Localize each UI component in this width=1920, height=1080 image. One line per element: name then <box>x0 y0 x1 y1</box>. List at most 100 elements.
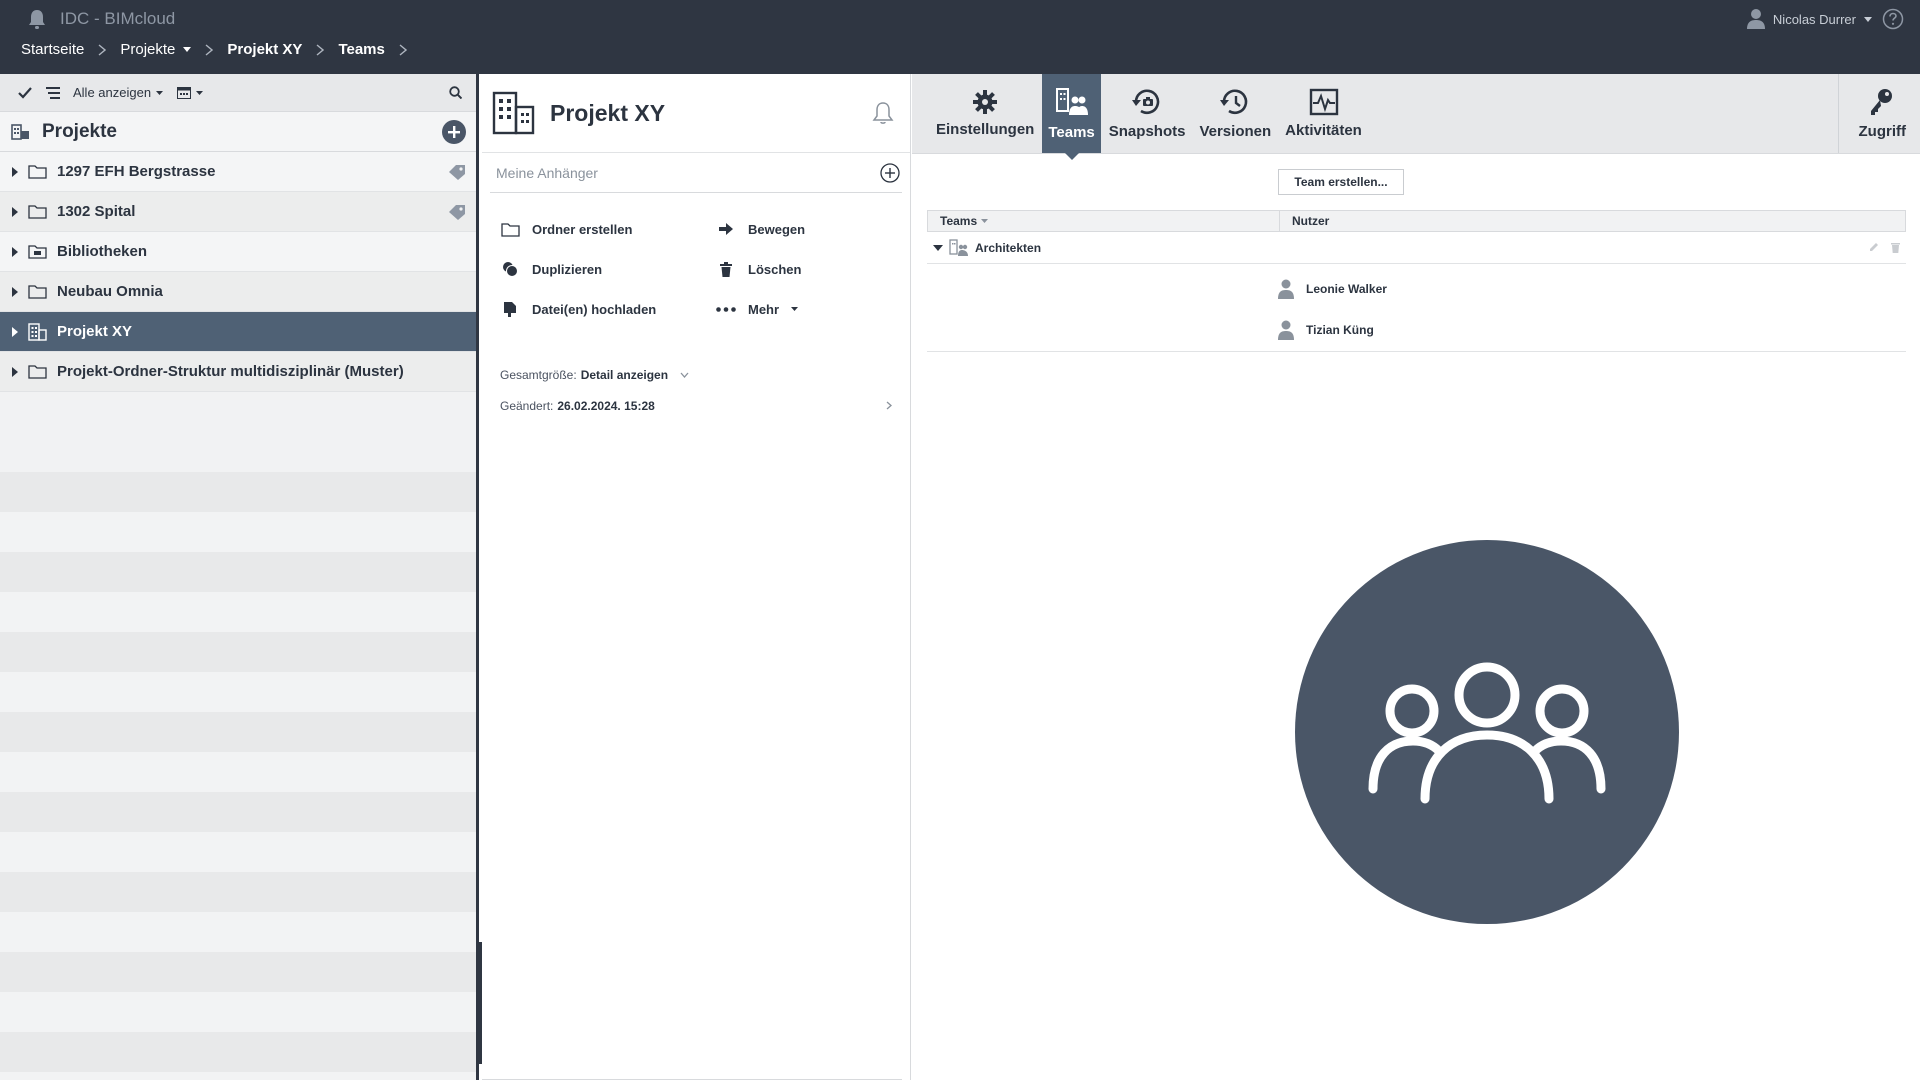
project-info: Gesamtgröße: Detail anzeigen Geändert: 2… <box>482 329 910 421</box>
tag-icon[interactable] <box>448 204 466 220</box>
tag-icon[interactable] <box>448 164 466 180</box>
key-icon <box>1871 89 1893 115</box>
team-icon <box>949 238 968 256</box>
team-people-icon <box>1368 662 1606 804</box>
teams-panel: Einstellungen Teams Snapshots Versionen … <box>912 74 1920 1080</box>
help-icon[interactable] <box>1882 8 1904 30</box>
breadcrumb-home[interactable]: Startseite <box>21 41 84 58</box>
table-header: Teams Nutzer <box>927 210 1906 232</box>
search-icon <box>449 86 462 99</box>
duplicate-action[interactable]: Duplizieren <box>500 249 716 289</box>
team-row[interactable]: Architekten <box>927 232 1906 264</box>
create-team-button[interactable]: Team erstellen... <box>1278 169 1404 195</box>
tab-einstellungen[interactable]: Einstellungen <box>930 74 1040 153</box>
user-menu[interactable]: Nicolas Durrer <box>1746 8 1872 30</box>
folder-icon <box>28 285 47 299</box>
tab-label: Aktivitäten <box>1285 122 1362 139</box>
expand-arrow-icon[interactable] <box>12 206 18 217</box>
tab-label: Versionen <box>1199 123 1272 140</box>
tab-versionen[interactable]: Versionen <box>1193 74 1277 153</box>
calendar-icon <box>177 87 192 99</box>
tab-snapshots[interactable]: Snapshots <box>1103 74 1192 153</box>
tab-label: Teams <box>1048 124 1095 141</box>
tree-item-1302-spital[interactable]: 1302 Spital <box>0 192 476 232</box>
member-row[interactable]: Leonie Walker <box>927 268 1906 309</box>
delete-action[interactable]: Löschen <box>716 249 906 289</box>
projects-header-label: Projekte <box>42 120 117 142</box>
show-details-link[interactable]: Detail anzeigen <box>581 368 668 382</box>
chevron-down-icon[interactable] <box>680 372 689 378</box>
project-title: Projekt XY <box>550 99 666 126</box>
empty-tree-area <box>0 472 476 1080</box>
expand-arrow-icon[interactable] <box>12 246 18 257</box>
tree-item-neubau-omnia[interactable]: Neubau Omnia <box>0 272 476 312</box>
caret-down-icon <box>1864 16 1872 22</box>
collapse-arrow-icon[interactable] <box>933 244 943 251</box>
trash-icon <box>720 261 732 277</box>
filter-dropdown[interactable]: Alle anzeigen <box>46 85 164 100</box>
breadcrumb-projects[interactable]: Projekte <box>120 41 192 58</box>
column-header-teams[interactable]: Teams <box>928 211 1280 231</box>
expand-arrow-icon[interactable] <box>12 166 18 177</box>
tree-item-label: Projekt-Ordner-Struktur multidisziplinär… <box>57 363 404 380</box>
tab-teams[interactable]: Teams <box>1042 74 1101 160</box>
chevron-right-icon[interactable] <box>886 401 892 410</box>
projects-header: Projekte <box>0 112 476 152</box>
attachments-label: Meine Anhänger <box>496 164 598 181</box>
add-project-button[interactable] <box>442 119 466 144</box>
tree-item-label: Neubau Omnia <box>57 283 163 300</box>
caret-down-icon <box>791 307 799 311</box>
select-toggle[interactable] <box>18 86 32 99</box>
column-header-users: Nutzer <box>1280 211 1905 231</box>
details-header: Projekt XY <box>482 74 910 153</box>
breadcrumb-project-label: Projekt XY <box>227 41 303 58</box>
search-button[interactable] <box>449 86 462 99</box>
breadcrumb-project[interactable]: Projekt XY <box>227 41 302 58</box>
chevron-right-icon <box>98 43 107 56</box>
changed-row[interactable]: Geändert: 26.02.2024. 15:28 <box>500 390 910 421</box>
tree-item-projekt-xy[interactable]: Projekt XY <box>0 312 476 352</box>
plus-icon <box>448 125 460 138</box>
tree-item-1297-efh-bergstrasse[interactable]: 1297 EFH Bergstrasse <box>0 152 476 192</box>
tab-aktivitaeten[interactable]: Aktivitäten <box>1279 74 1368 153</box>
folder-icon <box>28 205 47 219</box>
trash-icon[interactable] <box>1891 242 1900 253</box>
caret-down-icon <box>183 47 192 52</box>
breadcrumb-teams-label: Teams <box>338 41 385 58</box>
bell-logo-icon <box>26 8 48 30</box>
checkmark-icon <box>18 86 32 99</box>
tab-label: Zugriff <box>1858 123 1906 140</box>
date-filter-dropdown[interactable] <box>177 86 204 99</box>
breadcrumb-teams[interactable]: Teams <box>338 41 384 58</box>
team-name: Architekten <box>975 240 1042 255</box>
notification-bell-icon[interactable] <box>872 101 894 125</box>
total-size-label: Gesamtgröße: <box>500 367 577 382</box>
tree-toolbar: Alle anzeigen <box>0 74 476 112</box>
teams-illustration <box>1295 540 1679 924</box>
edit-icon[interactable] <box>1869 242 1879 252</box>
breadcrumb-home-label: Startseite <box>21 41 85 58</box>
building-icon <box>492 91 535 135</box>
app-title-text: IDC - BIMcloud <box>60 9 176 28</box>
tab-zugriff[interactable]: Zugriff <box>1837 74 1920 153</box>
user-name: Nicolas Durrer <box>1772 11 1856 27</box>
tree-item-bibliotheken[interactable]: Bibliotheken <box>0 232 476 272</box>
expand-arrow-icon[interactable] <box>12 366 18 377</box>
add-circle-icon[interactable] <box>880 162 900 183</box>
upload-action[interactable]: Datei(en) hochladen <box>500 289 716 329</box>
tree-item-projekt-ordner-struktur[interactable]: Projekt-Ordner-Struktur multidisziplinär… <box>0 352 476 392</box>
duplicate-label: Duplizieren <box>532 261 603 277</box>
sort-caret-icon <box>981 219 989 223</box>
create-folder-action[interactable]: Ordner erstellen <box>500 209 716 249</box>
expand-arrow-icon[interactable] <box>12 286 18 297</box>
breadcrumb: Startseite Projekte Projekt XY Teams <box>21 41 421 58</box>
details-panel: Projekt XY Meine Anhänger Ordner erstell… <box>482 74 911 1080</box>
attachments-row[interactable]: Meine Anhänger <box>490 153 902 193</box>
move-action[interactable]: Bewegen <box>716 209 906 249</box>
expand-arrow-icon[interactable] <box>12 326 18 337</box>
more-action[interactable]: Mehr <box>716 289 906 329</box>
move-arrow-icon <box>719 223 733 235</box>
folder-icon <box>500 222 520 237</box>
teams-icon <box>1055 88 1088 115</box>
member-row[interactable]: Tizian Küng <box>927 309 1906 350</box>
